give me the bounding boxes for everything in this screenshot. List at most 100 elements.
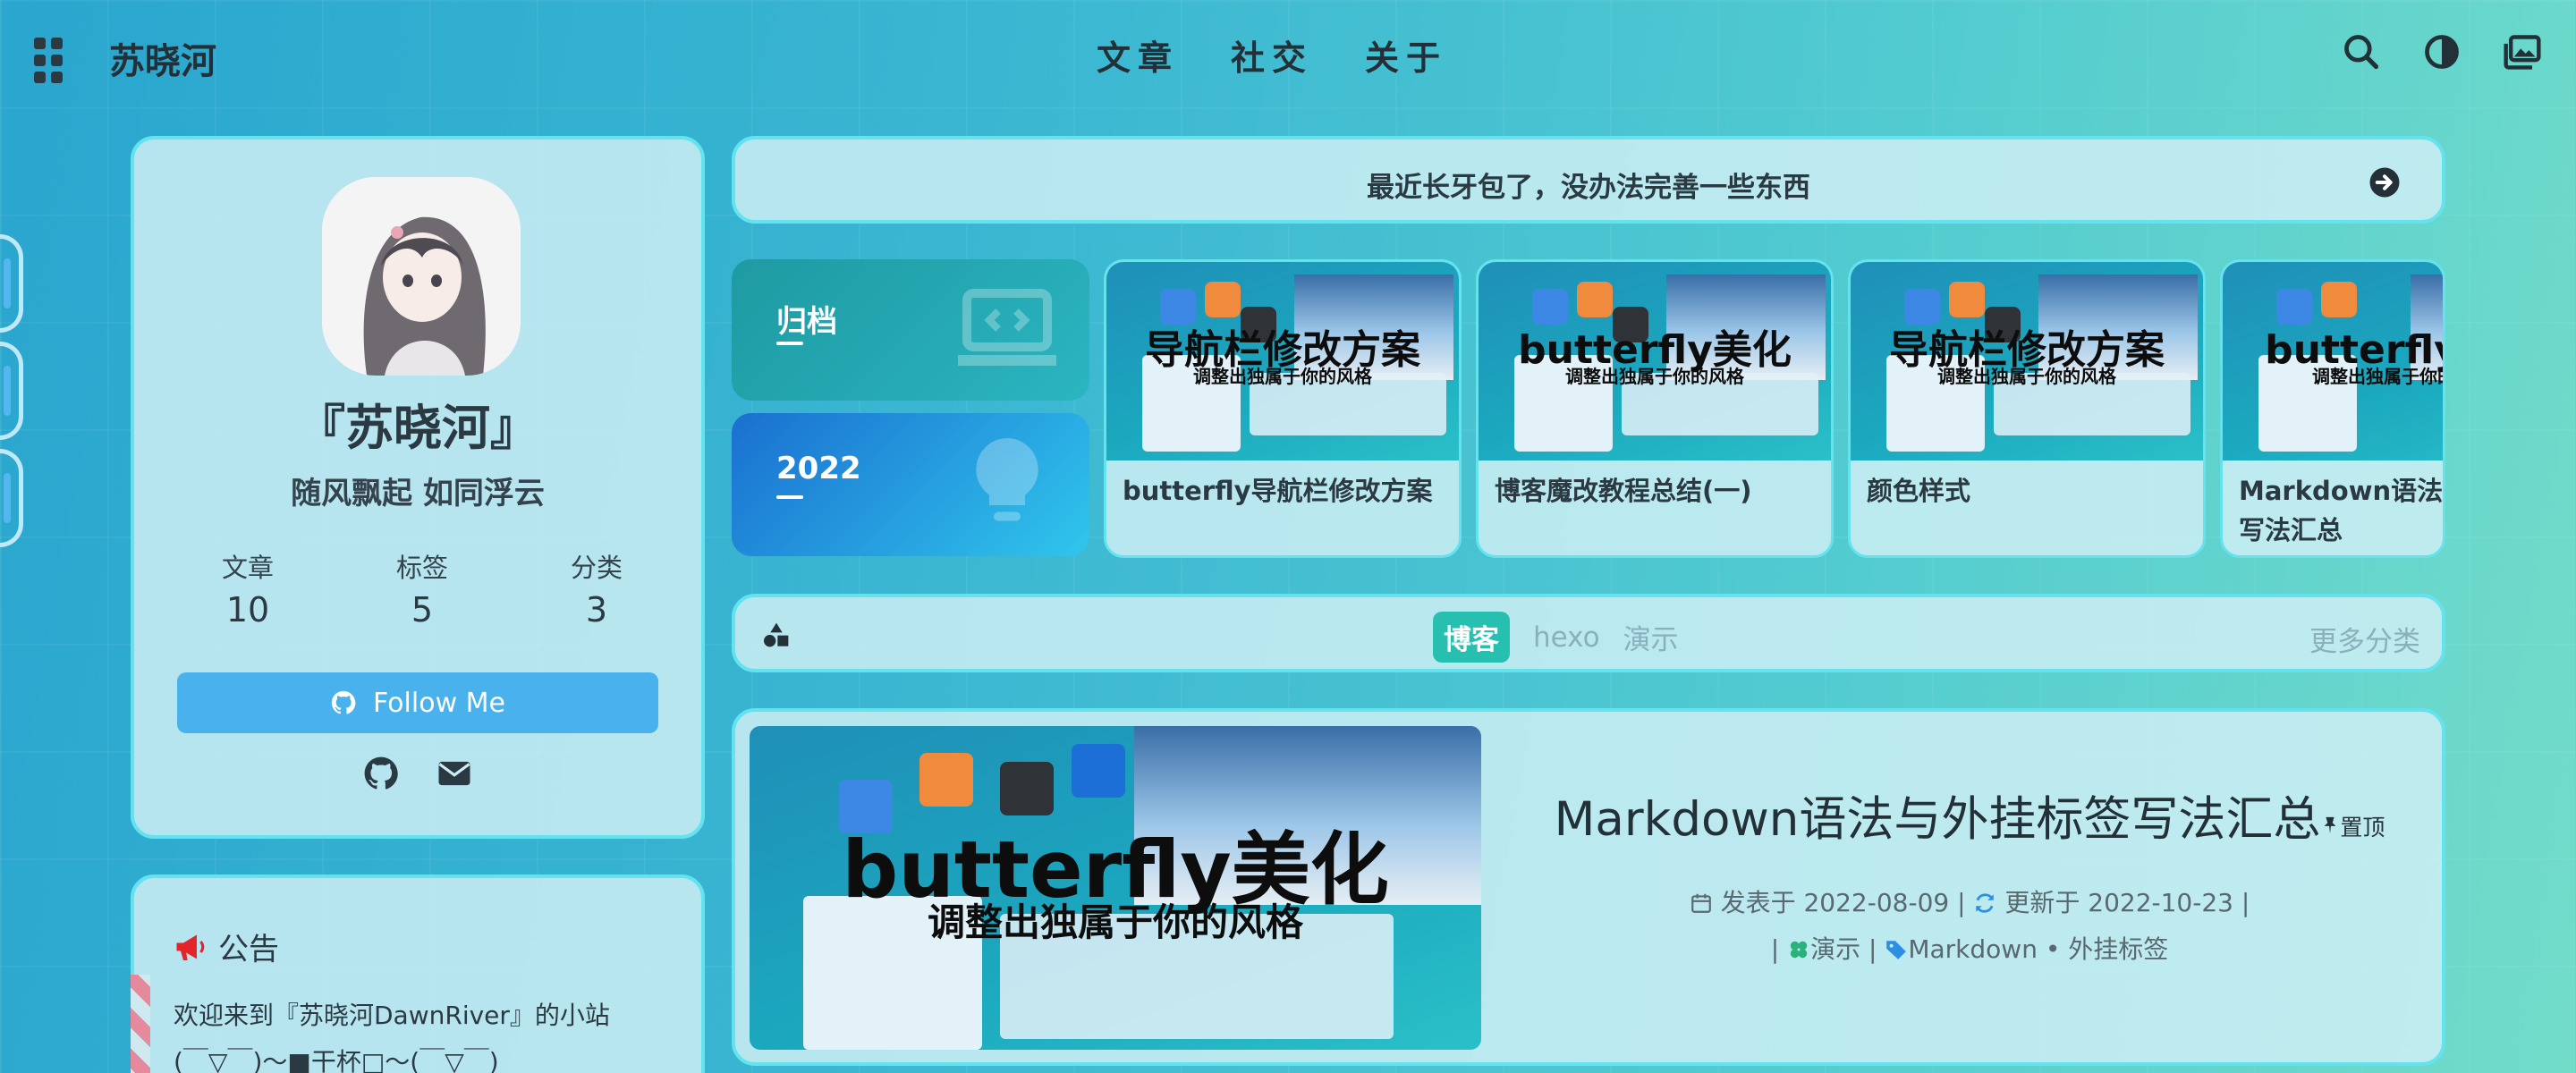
post-title[interactable]: Markdown语法与外挂标签写法汇总 置顶 bbox=[1522, 782, 2417, 849]
menu-item-social[interactable]: 社交 bbox=[1231, 30, 1313, 80]
nav-tools bbox=[2342, 32, 2542, 72]
post-title-text: Markdown语法与外挂标签写法汇总 bbox=[1554, 792, 2321, 847]
author-description: 随风飘起 如同浮云 bbox=[291, 476, 545, 511]
shapes-icon[interactable] bbox=[762, 621, 791, 649]
post-cover-image: 导航栏修改方案 调整出独属于你的风格 bbox=[1106, 262, 1459, 460]
bulletin-bar[interactable]: 最近长牙包了，没办法完善一些东西 bbox=[732, 136, 2445, 224]
meta-separator: | bbox=[1868, 934, 1877, 964]
apps-grid-icon[interactable] bbox=[34, 38, 64, 83]
author-stats: 文章 10 标签 5 分类 3 bbox=[181, 547, 664, 629]
side-tab[interactable] bbox=[0, 342, 23, 440]
stat-tags[interactable]: 标签 5 bbox=[355, 547, 489, 629]
announcement-line: (￣▽￣)～■干杯□～(￣▽￣) bbox=[174, 1047, 499, 1073]
thumbtack-icon bbox=[2324, 816, 2336, 834]
laptop-code-icon bbox=[958, 289, 1056, 366]
follow-me-label: Follow Me bbox=[373, 687, 505, 719]
year-2022-tile[interactable]: 2022 bbox=[732, 413, 1089, 556]
category-bar: 博客 hexo 演示 更多分类 bbox=[732, 594, 2445, 672]
main-menu: 文章 社交 关于 bbox=[1097, 30, 1447, 80]
recent-post-card[interactable]: 导航栏修改方案 调整出独属于你的风格 颜色样式 bbox=[1848, 259, 2206, 558]
meta-separator: | bbox=[1770, 934, 1780, 964]
stat-value: 10 bbox=[225, 590, 270, 629]
stat-value: 3 bbox=[585, 590, 608, 629]
author-name: 『苏晓河』 bbox=[297, 400, 538, 456]
bulletin-text: 最近长牙包了，没办法完善一些东西 bbox=[1367, 172, 1810, 204]
post-meta-row: 发表于 2022-08-09 | 更新于 2022-10-23 | bbox=[1522, 880, 2417, 926]
stat-label: 分类 bbox=[570, 553, 623, 583]
archive-label: 归档 bbox=[776, 304, 837, 340]
stat-articles[interactable]: 文章 10 bbox=[181, 547, 315, 629]
megaphone-icon bbox=[176, 934, 205, 960]
announcement-title-text: 公告 bbox=[218, 932, 279, 967]
announcement-body: 欢迎来到『苏晓河DawnRiver』的小站 (￣▽￣)～■干杯□～(￣▽￣) bbox=[174, 993, 610, 1073]
post-cover-image[interactable]: butterfly美化 调整出独属于你的风格 bbox=[750, 726, 1481, 1050]
recent-post-card[interactable]: 导航栏修改方案 调整出独属于你的风格 butterfly导航栏修改方案 bbox=[1104, 259, 1462, 558]
cover-subtitle: 调整出独属于你的风格 bbox=[2312, 366, 2443, 387]
dark-mode-toggle-icon[interactable] bbox=[2422, 32, 2462, 72]
category-tab-hexo[interactable]: hexo bbox=[1533, 621, 1600, 654]
post-meta-row: | 演示 | Markdown • 外挂标签 bbox=[1522, 926, 2417, 973]
cover-subtitle: 调整出独属于你的风格 bbox=[1565, 366, 1744, 387]
post-category-link[interactable]: 演示 bbox=[1810, 934, 1860, 964]
post-updated-date: 更新于 2022-10-23 bbox=[2004, 888, 2233, 917]
top-nav: 苏晓河 文章 社交 关于 bbox=[0, 0, 2576, 107]
follow-me-button[interactable]: Follow Me bbox=[177, 672, 658, 733]
post-cover-image: butterfly美化 调整出独属于你的风格 bbox=[1479, 262, 1831, 460]
decorative-stripe bbox=[131, 975, 150, 1073]
announcement-card: 公告 欢迎来到『苏晓河DawnRiver』的小站 (￣▽￣)～■干杯□～(￣▽￣… bbox=[131, 874, 705, 1073]
stat-label: 标签 bbox=[395, 553, 448, 583]
social-links bbox=[134, 755, 701, 792]
category-tab-blog[interactable]: 博客 bbox=[1433, 612, 1510, 663]
cover-subtitle: 调整出独属于你的风格 bbox=[927, 900, 1303, 944]
stat-label: 文章 bbox=[221, 553, 274, 583]
meta-separator: | bbox=[2241, 888, 2250, 917]
pinned-badge: 置顶 bbox=[2320, 815, 2385, 841]
recent-post-card[interactable]: butterfly美化 调整出独属于你的风格 Markdown语法与外挂标签写法… bbox=[2220, 259, 2445, 558]
menu-item-articles[interactable]: 文章 bbox=[1097, 30, 1179, 80]
arrow-right-circle-icon[interactable] bbox=[2368, 166, 2401, 199]
post-published-date: 发表于 2022-08-09 bbox=[1720, 888, 1950, 917]
gallery-icon[interactable] bbox=[2503, 32, 2542, 72]
post-cover-image: butterfly美化 调整出独属于你的风格 bbox=[2223, 262, 2443, 460]
recent-post-title: butterfly导航栏修改方案 bbox=[1123, 476, 1433, 506]
calendar-icon bbox=[1690, 893, 1711, 913]
site-brand[interactable]: 苏晓河 bbox=[109, 32, 216, 84]
post-info: Markdown语法与外挂标签写法汇总 置顶 发表于 2022-08-09 | 更… bbox=[1522, 782, 2417, 973]
refresh-icon bbox=[1976, 893, 1995, 913]
menu-item-about[interactable]: 关于 bbox=[1365, 30, 1447, 80]
stat-value: 5 bbox=[411, 590, 434, 629]
side-tab[interactable] bbox=[0, 234, 23, 333]
post-cover-image: 导航栏修改方案 调整出独属于你的风格 bbox=[1851, 262, 2203, 460]
meta-separator: | bbox=[1957, 888, 1966, 917]
avatar[interactable] bbox=[322, 177, 521, 376]
search-icon[interactable] bbox=[2342, 32, 2381, 72]
more-categories-link[interactable]: 更多分类 bbox=[2309, 619, 2420, 659]
author-card: 『苏晓河』 随风飘起 如同浮云 文章 10 标签 5 分类 3 Follow M… bbox=[131, 136, 705, 839]
cover-subtitle: 调整出独属于你的风格 bbox=[1193, 366, 1372, 387]
email-icon[interactable] bbox=[436, 755, 473, 792]
github-icon bbox=[331, 690, 356, 714]
category-tabs: 博客 hexo 演示 bbox=[1433, 612, 1679, 663]
side-tab[interactable] bbox=[0, 449, 23, 547]
post-meta: 发表于 2022-08-09 | 更新于 2022-10-23 | | 演示 |… bbox=[1522, 880, 2417, 973]
side-tabs bbox=[0, 234, 23, 556]
year-label: 2022 bbox=[776, 451, 861, 486]
lightbulb-icon bbox=[976, 438, 1038, 521]
recent-post-title: 博客魔改教程总结(一) bbox=[1495, 476, 1752, 506]
announcement-title: 公告 bbox=[174, 925, 279, 968]
label-underline bbox=[776, 342, 803, 345]
github-icon[interactable] bbox=[362, 755, 400, 792]
pinned-label: 置顶 bbox=[2340, 815, 2385, 841]
recent-post-title: Markdown语法与外挂标签写法汇总 bbox=[2239, 476, 2444, 545]
post-tags-link[interactable]: Markdown • 外挂标签 bbox=[1908, 934, 2168, 964]
featured-post-card[interactable]: butterfly美化 调整出独属于你的风格 Markdown语法与外挂标签写法… bbox=[732, 708, 2445, 1066]
recent-post-card[interactable]: butterfly美化 调整出独属于你的风格 博客魔改教程总结(一) bbox=[1476, 259, 1834, 558]
label-underline bbox=[776, 495, 803, 499]
stat-categories[interactable]: 分类 3 bbox=[530, 547, 664, 629]
announcement-line: 欢迎来到『苏晓河DawnRiver』的小站 bbox=[174, 1001, 610, 1030]
clover-icon bbox=[1790, 941, 1808, 959]
cover-subtitle: 调整出独属于你的风格 bbox=[1937, 366, 2116, 387]
category-tab-demo[interactable]: 演示 bbox=[1623, 617, 1679, 657]
archive-tile[interactable]: 归档 bbox=[732, 259, 1089, 401]
recent-post-title: 颜色样式 bbox=[1867, 476, 1971, 506]
